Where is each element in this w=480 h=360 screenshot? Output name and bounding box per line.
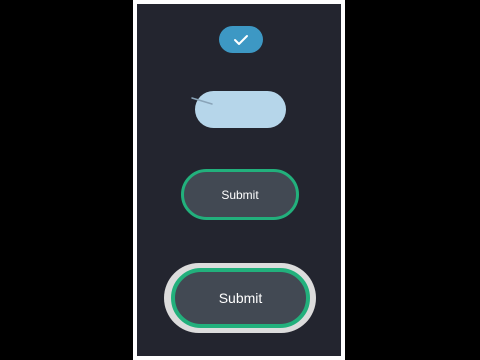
submit-button-large[interactable]: Submit [171, 268, 310, 328]
submit-label: Submit [221, 187, 259, 202]
checkmark-icon [233, 34, 249, 46]
submit-button-medium[interactable]: Submit [181, 169, 299, 220]
checked-state-pill[interactable] [219, 26, 263, 53]
morphing-stroke-mark [191, 97, 213, 105]
submit-label: Submit [218, 290, 263, 306]
